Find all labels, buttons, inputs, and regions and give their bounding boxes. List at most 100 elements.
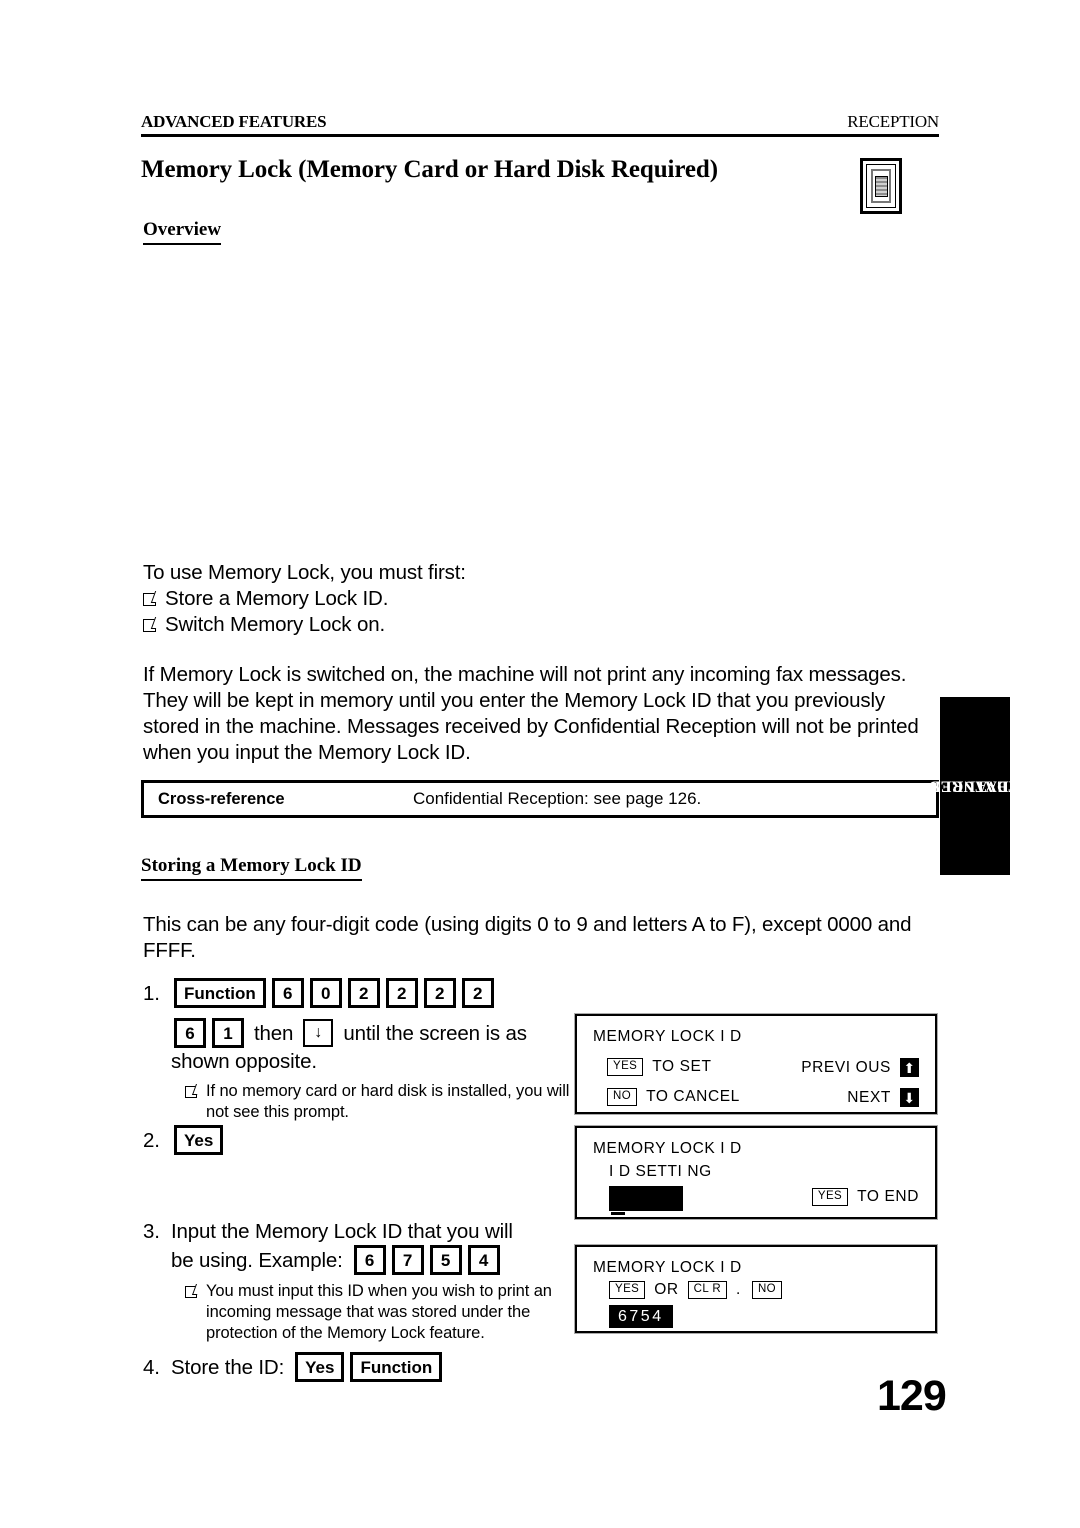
lcd-3-or-label: OR [654, 1281, 679, 1298]
cross-reference-box: Cross-reference Confidential Reception: … [141, 780, 939, 818]
step-1-wrap-label: shown opposite. [171, 1050, 317, 1073]
header-section-label: RECEPTION [847, 112, 939, 131]
step-3-row-1: 3. Input the Memory Lock ID that you wil… [143, 1218, 573, 1245]
bullet-square-icon [185, 1286, 197, 1298]
overview-bullet-1: Store a Memory Lock ID. [143, 586, 943, 612]
key-digit-2d[interactable]: 2 [461, 978, 494, 1008]
running-header: ADVANCED FEATURES RECEPTION [141, 112, 939, 137]
bullet-square-icon [185, 1086, 197, 1098]
lcd-2-id-field[interactable] [609, 1186, 683, 1211]
page-title: Memory Lock (Memory Card or Hard Disk Re… [141, 156, 718, 183]
step-1-then-label: then [254, 1021, 294, 1045]
lcd-key-no[interactable]: NO [607, 1088, 638, 1106]
step-3-text-line-2: be using. Example: [171, 1248, 343, 1272]
overview-bullet-2-label: Switch Memory Lock on. [165, 613, 385, 636]
step-1-keys-row-2: 6 1 then ↓ until the screen is as [171, 1018, 583, 1048]
lcd-key-yes-end[interactable]: YES [811, 1188, 849, 1206]
step-1-note-label: If no memory card or hard disk is instal… [206, 1082, 570, 1121]
step-3-row-2: be using. Example: 6 7 5 4 [171, 1245, 573, 1275]
lcd-3-title: MEMORY LOCK I D [593, 1259, 742, 1276]
step-3: 3. Input the Memory Lock ID that you wil… [143, 1218, 573, 1344]
memory-card-icon-inner [871, 169, 891, 203]
step-3-text-line-1: Input the Memory Lock ID that you will [171, 1220, 513, 1243]
side-tab-advanced-features: ADVANCED FEATURES [929, 697, 1021, 875]
step-1-keys-row: 1. Function 6 0 2 2 2 2 [143, 978, 583, 1008]
bullet-square-icon [143, 619, 156, 632]
overview-bullet-1-label: Store a Memory Lock ID. [165, 587, 389, 610]
lcd-1-title: MEMORY LOCK I D [593, 1028, 742, 1045]
step-1-note: If no memory card or hard disk is instal… [185, 1081, 575, 1123]
section-heading-overview: Overview [143, 219, 222, 245]
key-example-7[interactable]: 7 [391, 1245, 424, 1275]
key-digit-6[interactable]: 6 [271, 978, 304, 1008]
overview-intro-line: To use Memory Lock, you must first: [143, 561, 466, 584]
key-digit-2c[interactable]: 2 [423, 978, 456, 1008]
step-3-number: 3. [143, 1220, 160, 1243]
key-yes[interactable]: Yes [174, 1125, 224, 1155]
key-example-4[interactable]: 4 [467, 1245, 500, 1275]
lcd-1-row-1: YES TO SET [607, 1058, 712, 1076]
memory-card-icon [860, 158, 902, 214]
step-3-note: You must input this ID when you wish to … [185, 1281, 585, 1344]
key-function[interactable]: Function [174, 978, 266, 1008]
section-heading-storing: Storing a Memory Lock ID [141, 855, 362, 881]
memory-card-icon-contacts [874, 175, 888, 197]
lcd-2-right-row: YES TO END [811, 1188, 919, 1206]
page-number: 129 [877, 1372, 947, 1420]
step-4-label: Store the ID: [171, 1355, 285, 1379]
arrow-up-icon[interactable]: ⬆ [900, 1058, 919, 1077]
lcd-3-dot-label: . [736, 1281, 741, 1298]
key-yes-store[interactable]: Yes [295, 1352, 345, 1382]
step-2-row: 2. Yes [143, 1125, 226, 1155]
key-digit-2b[interactable]: 2 [385, 978, 418, 1008]
lcd-1-row-1-right: PREVI OUS ⬆ [801, 1058, 919, 1077]
lcd-2-to-end-label: TO END [857, 1188, 919, 1205]
step-1: 1. Function 6 0 2 2 2 2 6 1 then ↓ until… [143, 978, 583, 1123]
lcd-1-row-2: NO TO CANCEL [607, 1088, 740, 1106]
bullet-square-icon [143, 593, 156, 606]
lcd-2-subtitle: I D SETTI NG [609, 1163, 712, 1180]
step-2-number: 2. [143, 1128, 160, 1152]
cross-reference-label: Cross-reference [158, 789, 285, 808]
side-tab-line-2: FEATURES [931, 777, 1019, 795]
lcd-key-no-confirm[interactable]: NO [751, 1281, 783, 1299]
key-function-store[interactable]: Function [350, 1352, 443, 1382]
storing-intro: This can be any four-digit code (using d… [143, 913, 912, 962]
step-1-number: 1. [143, 981, 160, 1005]
key-digit-6-second[interactable]: 6 [174, 1018, 206, 1048]
step-4: 4. Store the ID: Yes Function [143, 1352, 445, 1382]
header-chapter-label: ADVANCED FEATURES [141, 112, 327, 131]
step-2: 2. Yes [143, 1125, 226, 1155]
overview-intro-block: To use Memory Lock, you must first: Stor… [143, 560, 943, 638]
lcd-panel-1: MEMORY LOCK I D YES TO SET PREVI OUS ⬆ N… [574, 1013, 938, 1115]
lcd-1-row-2-right: NEXT ⬇ [847, 1088, 919, 1107]
key-example-5[interactable]: 5 [429, 1245, 462, 1275]
lcd-key-yes[interactable]: YES [607, 1058, 644, 1076]
key-arrow-down-icon[interactable]: ↓ [303, 1019, 334, 1047]
arrow-down-icon[interactable]: ⬇ [900, 1088, 919, 1107]
lcd-panel-2: MEMORY LOCK I D I D SETTI NG YES TO END [574, 1125, 938, 1220]
document-page: ADVANCED FEATURES RECEPTION Memory Lock … [0, 0, 1080, 1528]
lcd-1-row-1-label: TO SET [652, 1058, 712, 1075]
lcd-1-previous-label: PREVI OUS [801, 1058, 891, 1076]
key-digit-2a[interactable]: 2 [347, 978, 380, 1008]
key-digit-0[interactable]: 0 [309, 978, 342, 1008]
step-3-note-label: You must input this ID when you wish to … [206, 1282, 552, 1342]
key-example-6[interactable]: 6 [353, 1245, 386, 1275]
step-4-number: 4. [143, 1355, 160, 1379]
step-4-row: 4. Store the ID: Yes Function [143, 1352, 445, 1382]
step-1-after-arrow-label: until the screen is as [343, 1021, 527, 1045]
memory-card-icon-frame [866, 164, 896, 208]
lcd-2-title: MEMORY LOCK I D [593, 1140, 742, 1157]
lcd-2-cursor [611, 1212, 625, 1215]
lcd-3-options-row: YES OR CL R . NO [609, 1281, 791, 1299]
lcd-3-id-value: 6754 [609, 1305, 673, 1328]
overview-paragraph: If Memory Lock is switched on, the machi… [143, 663, 919, 764]
lcd-key-clr[interactable]: CL R [687, 1281, 728, 1299]
lcd-1-next-label: NEXT [847, 1088, 891, 1106]
lcd-key-yes-confirm[interactable]: YES [609, 1281, 646, 1299]
cross-reference-value: Confidential Reception: see page 126. [413, 789, 702, 808]
lcd-panel-3: MEMORY LOCK I D YES OR CL R . NO 6754 [574, 1244, 938, 1334]
key-digit-1[interactable]: 1 [212, 1018, 244, 1048]
overview-bullet-2: Switch Memory Lock on. [143, 612, 943, 638]
